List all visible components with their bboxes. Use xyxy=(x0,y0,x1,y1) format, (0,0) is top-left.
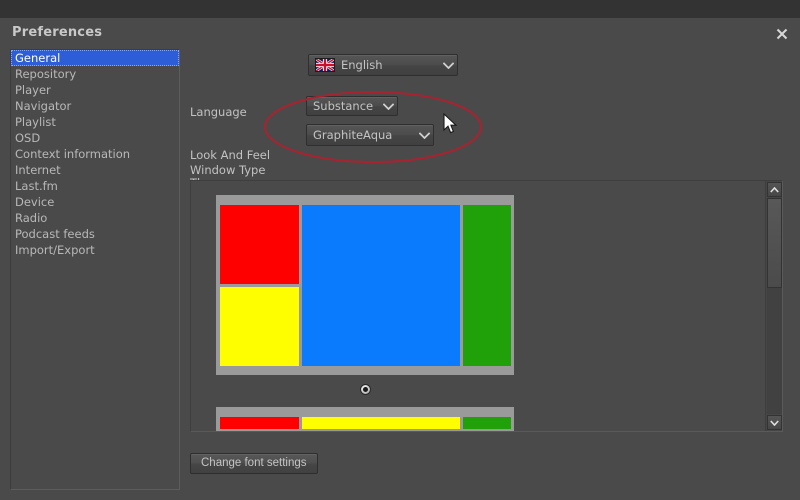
preview-cell-green xyxy=(463,205,511,366)
language-select[interactable]: English xyxy=(308,54,458,76)
window-type-label: Window Type xyxy=(190,163,266,177)
window-title: Preferences xyxy=(12,25,103,40)
close-icon[interactable] xyxy=(771,23,793,45)
chevron-down-icon xyxy=(415,131,433,139)
language-value: English xyxy=(341,58,383,72)
sidebar-item-repository[interactable]: Repository xyxy=(11,66,179,82)
sidebar-item-osd[interactable]: OSD xyxy=(11,130,179,146)
window-type-option-1-radio-row xyxy=(216,380,514,399)
preferences-window: Preferences General Repository Player Na… xyxy=(0,0,800,500)
window-type-option-1-preview[interactable] xyxy=(216,195,514,375)
look-and-feel-label: Look And Feel xyxy=(190,148,271,162)
scroll-down-icon[interactable] xyxy=(767,415,782,430)
window-top-strip xyxy=(0,0,800,18)
union-jack-flag-icon xyxy=(315,58,335,72)
sidebar-item-internet[interactable]: Internet xyxy=(11,162,179,178)
window-type-option-2-preview[interactable] xyxy=(216,407,514,431)
window-titlebar: Preferences xyxy=(0,18,800,50)
sidebar-item-general[interactable]: General xyxy=(11,50,179,66)
sidebar-item-player[interactable]: Player xyxy=(11,82,179,98)
preview-cell-red xyxy=(220,205,299,284)
preferences-category-list[interactable]: General Repository Player Navigator Play… xyxy=(10,49,180,490)
theme-select[interactable]: GraphiteAqua xyxy=(306,124,434,146)
sidebar-item-import-export[interactable]: Import/Export xyxy=(11,242,179,258)
chevron-down-icon xyxy=(439,61,457,69)
sidebar-item-context-information[interactable]: Context information xyxy=(11,146,179,162)
chevron-down-icon xyxy=(379,102,397,110)
look-and-feel-value: Substance xyxy=(313,99,374,113)
sidebar-item-device[interactable]: Device xyxy=(11,194,179,210)
scrollbar-track[interactable] xyxy=(767,198,782,414)
scroll-up-icon[interactable] xyxy=(767,182,782,197)
preview-cell-yellow xyxy=(220,287,299,366)
window-type-panel xyxy=(190,180,783,432)
scrollbar-thumb[interactable] xyxy=(767,198,782,288)
change-font-settings-button[interactable]: Change font settings xyxy=(190,453,318,474)
look-and-feel-select[interactable]: Substance xyxy=(306,96,398,116)
window-type-scroll-viewport xyxy=(191,181,766,431)
general-settings-pane: Language Look And Feel Theme English Sub… xyxy=(188,49,793,490)
language-label: Language xyxy=(190,105,247,119)
window-type-option-1-radio[interactable] xyxy=(359,384,371,395)
sidebar-item-navigator[interactable]: Navigator xyxy=(11,98,179,114)
preview-cell-green xyxy=(463,417,511,429)
preview-cell-yellow xyxy=(302,417,460,429)
sidebar-item-lastfm[interactable]: Last.fm xyxy=(11,178,179,194)
sidebar-item-podcast-feeds[interactable]: Podcast feeds xyxy=(11,226,179,242)
sidebar-item-playlist[interactable]: Playlist xyxy=(11,114,179,130)
preview-cell-blue xyxy=(302,205,460,366)
preview-cell-red xyxy=(220,417,299,429)
theme-value: GraphiteAqua xyxy=(313,128,393,142)
sidebar-item-radio[interactable]: Radio xyxy=(11,210,179,226)
window-type-scrollbar[interactable] xyxy=(765,181,782,431)
